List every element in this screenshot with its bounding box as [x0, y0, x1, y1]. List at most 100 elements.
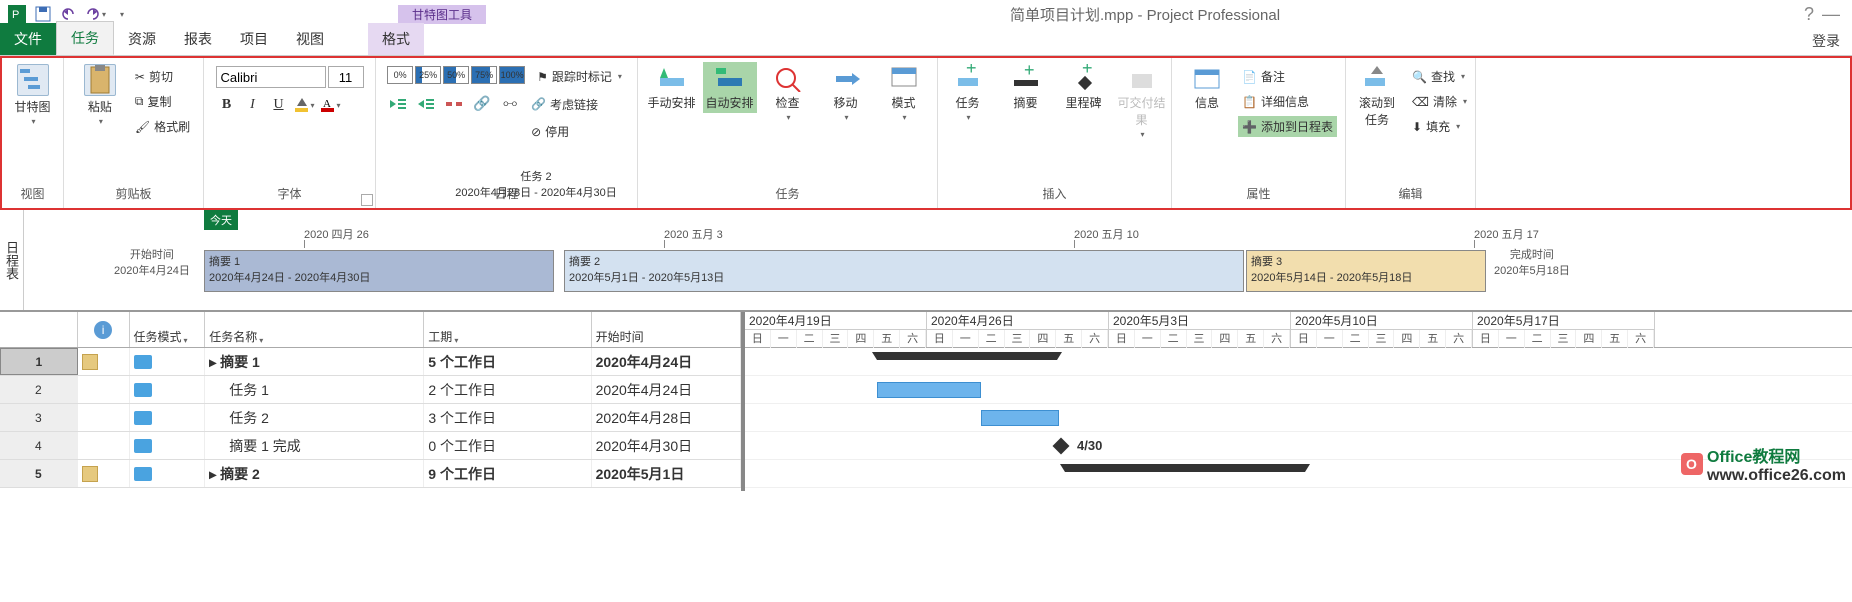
gantt-row[interactable] — [745, 348, 1852, 376]
group-label-tasks: 任务 — [642, 183, 933, 204]
group-label-view: 视图 — [6, 183, 59, 204]
table-row[interactable]: 2 任务 1 2 个工作日 2020年4月24日 — [0, 376, 741, 404]
inspect-button[interactable]: 检查 — [761, 62, 815, 124]
tab-format[interactable]: 格式 — [368, 23, 424, 55]
indent-button[interactable] — [415, 93, 437, 115]
font-size-select[interactable] — [328, 66, 364, 88]
summary-bar[interactable] — [1065, 464, 1305, 472]
timeline-panel: 日程表 今天 开始时间2020年4月24日 完成时间2020年5月18日 202… — [0, 210, 1852, 311]
task-bar[interactable] — [981, 410, 1059, 426]
respect-links-button[interactable]: 🔗考虑链接 — [527, 93, 602, 115]
timeline-body[interactable]: 今天 开始时间2020年4月24日 完成时间2020年5月18日 2020 四月… — [24, 210, 1852, 310]
task-info-button[interactable]: 信息 — [1180, 62, 1234, 113]
gantt-chart-button[interactable]: 甘特图 — [6, 62, 60, 128]
col-name[interactable]: 任务名称 — [205, 312, 424, 347]
format-painter-button[interactable]: 🖌格式刷 — [131, 116, 194, 137]
table-row[interactable]: 4 摘要 1 完成 0 个工作日 2020年4月30日 — [0, 432, 741, 460]
paste-button[interactable]: 粘贴 — [73, 62, 127, 128]
unlink-button[interactable]: ⧟ — [499, 93, 521, 115]
svg-text:+: + — [966, 64, 977, 78]
move-button[interactable]: 移动 — [819, 62, 873, 124]
gantt-timescale: 2020年4月19日日一二三四五六2020年4月26日日一二三四五六2020年5… — [745, 312, 1852, 348]
info-icon: i — [94, 321, 112, 339]
insert-task-button[interactable]: +任务 — [941, 62, 995, 124]
split-task-button[interactable] — [443, 93, 465, 115]
today-marker: 今天 — [204, 210, 238, 230]
copy-button[interactable]: ⧉复制 — [131, 91, 194, 112]
col-duration[interactable]: 工期 — [424, 312, 591, 347]
ribbon: 甘特图 视图 粘贴 ✂剪切 ⧉复制 🖌格式刷 剪贴板 B — [0, 56, 1852, 210]
outdent-button[interactable] — [387, 93, 409, 115]
group-label-font: 字体 — [208, 183, 371, 204]
summary-bar[interactable] — [877, 352, 1057, 360]
eraser-icon: ⌫ — [1412, 95, 1429, 109]
underline-button[interactable]: U — [268, 94, 290, 116]
pct-0[interactable]: 0% — [387, 66, 413, 84]
auto-schedule-button[interactable]: 自动安排 — [703, 62, 757, 113]
deactivate-button[interactable]: ⊘停用 — [527, 121, 573, 142]
fill-button[interactable]: ⬇填充 — [1408, 116, 1471, 137]
gantt-row[interactable] — [745, 404, 1852, 432]
add-to-timeline-button[interactable]: ➕添加到日程表 — [1238, 116, 1337, 137]
col-start[interactable]: 开始时间 — [592, 312, 741, 347]
binoculars-icon: 🔍 — [1412, 70, 1427, 84]
timeline-summary-bar[interactable]: 摘要 12020年4月24日 - 2020年4月30日 — [204, 250, 554, 292]
clear-button[interactable]: ⌫清除 — [1408, 91, 1471, 112]
notes-button[interactable]: 📄备注 — [1238, 66, 1337, 87]
font-color-button[interactable]: A — [320, 94, 342, 116]
timeline-tick: 2020 五月 10 — [1074, 226, 1139, 242]
pct-25[interactable]: 25% — [415, 66, 441, 84]
insert-milestone-button[interactable]: +里程碑 — [1057, 62, 1111, 113]
milestone-marker[interactable] — [1053, 438, 1070, 455]
stop-icon: ⊘ — [531, 125, 541, 139]
svg-text:+: + — [1082, 64, 1093, 78]
note-icon: 📄 — [1242, 70, 1257, 84]
tab-file[interactable]: 文件 — [0, 23, 56, 55]
insert-summary-button[interactable]: +摘要 — [999, 62, 1053, 113]
timeline-task-label: 任务 2 2020年4月28日 - 2020年4月30日 — [436, 168, 636, 200]
fill-color-button[interactable] — [294, 94, 316, 116]
font-name-select[interactable] — [216, 66, 326, 88]
task-table[interactable]: i 任务模式 任务名称 工期 开始时间 1 ▸ 摘要 1 5 个工作日 2020… — [0, 312, 745, 491]
tab-view[interactable]: 视图 — [282, 23, 338, 55]
timeline-summary-bar[interactable]: 摘要 22020年5月1日 - 2020年5月13日 — [564, 250, 1244, 292]
gantt-row[interactable] — [745, 376, 1852, 404]
pct-75[interactable]: 75% — [471, 66, 497, 84]
help-icon[interactable]: ? — [1804, 4, 1814, 25]
login-link[interactable]: 登录 — [1800, 27, 1852, 55]
details-button[interactable]: 📋详细信息 — [1238, 91, 1337, 112]
timeline-summary-bar[interactable]: 摘要 32020年5月14日 - 2020年5月18日 — [1246, 250, 1486, 292]
tab-project[interactable]: 项目 — [226, 23, 282, 55]
find-button[interactable]: 🔍查找 — [1408, 66, 1471, 87]
minimize-icon[interactable]: — — [1822, 4, 1840, 25]
table-row[interactable]: 3 任务 2 3 个工作日 2020年4月28日 — [0, 404, 741, 432]
table-row[interactable]: 1 ▸ 摘要 1 5 个工作日 2020年4月24日 — [0, 348, 741, 376]
indicator-icon — [82, 466, 98, 482]
save-icon[interactable] — [32, 3, 54, 25]
pct-50[interactable]: 50% — [443, 66, 469, 84]
tab-resource[interactable]: 资源 — [114, 23, 170, 55]
track-mark-button[interactable]: ⚑跟踪时标记 — [533, 66, 626, 87]
col-mode[interactable]: 任务模式 — [130, 312, 206, 347]
pct-100[interactable]: 100% — [499, 66, 525, 84]
svg-text:A: A — [323, 98, 331, 110]
italic-button[interactable]: I — [242, 94, 264, 116]
font-dialog-launcher[interactable] — [361, 194, 373, 206]
tab-task[interactable]: 任务 — [56, 21, 114, 55]
app-icon[interactable]: P — [6, 3, 28, 25]
link-button[interactable]: 🔗 — [471, 93, 493, 115]
bold-button[interactable]: B — [216, 94, 238, 116]
timeline-tick: 2020 五月 17 — [1474, 226, 1539, 242]
timeline-tick: 2020 四月 26 — [304, 226, 369, 242]
cut-button[interactable]: ✂剪切 — [131, 66, 194, 87]
manual-schedule-button[interactable]: 手动安排 — [645, 62, 699, 113]
tab-report[interactable]: 报表 — [170, 23, 226, 55]
scroll-to-task-button[interactable]: 滚动到 任务 — [1350, 62, 1404, 130]
svg-text:P: P — [12, 9, 19, 21]
group-label-editing: 编辑 — [1350, 183, 1471, 204]
gantt-chart-area[interactable]: 2020年4月19日日一二三四五六2020年4月26日日一二三四五六2020年5… — [745, 312, 1852, 491]
table-row[interactable]: 5 ▸ 摘要 2 9 个工作日 2020年5月1日 — [0, 460, 741, 488]
task-bar[interactable] — [877, 382, 981, 398]
svg-text:O: O — [1686, 456, 1697, 472]
mode-button[interactable]: 模式 — [877, 62, 931, 124]
